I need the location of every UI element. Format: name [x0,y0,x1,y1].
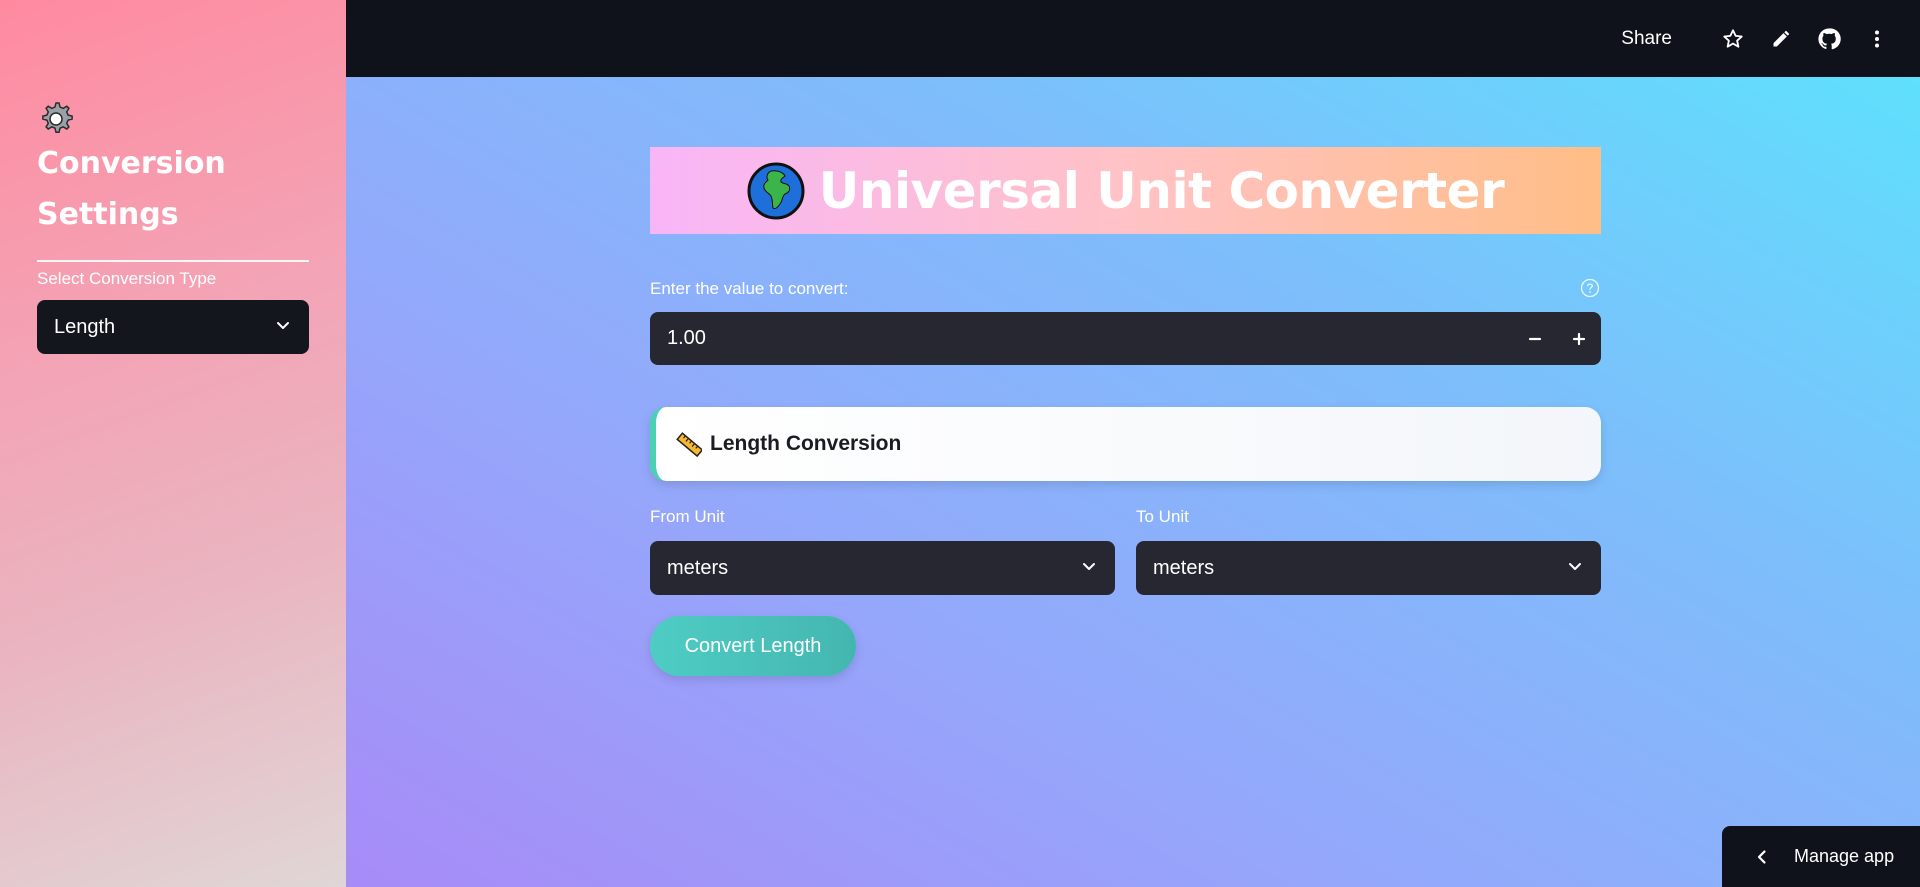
conversion-type-select[interactable]: Length [37,300,309,354]
share-button[interactable]: Share [1621,28,1672,50]
ruler-icon [676,431,702,457]
value-input-label: Enter the value to convert: [650,279,849,298]
from-unit-value: meters [667,556,729,579]
page-title: Universal Unit Converter [818,161,1505,220]
manage-app-button[interactable]: Manage app [1722,826,1920,887]
length-conversion-card: Length Conversion [650,407,1601,481]
value-number-input[interactable]: 1.00 [650,312,1601,365]
header-banner: Universal Unit Converter [650,147,1601,234]
increment-button[interactable] [1557,312,1601,365]
help-icon[interactable] [1580,278,1600,298]
more-vert-icon[interactable] [1864,26,1890,52]
star-icon[interactable] [1720,26,1746,52]
manage-app-label: Manage app [1794,846,1895,866]
to-unit-value: meters [1153,556,1215,579]
chevron-left-icon [1754,849,1770,865]
from-unit-label: From Unit [650,507,725,526]
section-title: Length Conversion [710,432,902,455]
chevron-down-icon [1567,557,1583,580]
sidebar-title: Conversion Settings [37,100,309,240]
convert-length-button[interactable]: Convert Length [650,616,856,676]
gear-icon [37,100,75,138]
top-toolbar: Share [346,0,1920,77]
decrement-button[interactable] [1513,312,1557,365]
sidebar: Conversion Settings Select Conversion Ty… [0,0,346,887]
to-unit-select[interactable]: meters [1136,541,1601,595]
github-icon[interactable] [1816,26,1842,52]
to-unit-label: To Unit [1136,507,1189,526]
globe-icon [747,162,805,220]
sidebar-divider [37,260,309,262]
main-content: Universal Unit Converter Enter the value… [346,77,1920,887]
conversion-type-label: Select Conversion Type [37,269,217,288]
sidebar-title-text: Conversion Settings [37,146,226,232]
pencil-icon[interactable] [1768,26,1794,52]
chevron-down-icon [1081,557,1097,580]
value-input-text[interactable]: 1.00 [667,327,706,350]
chevron-down-icon [275,316,291,339]
from-unit-select[interactable]: meters [650,541,1115,595]
conversion-type-value: Length [54,315,116,338]
